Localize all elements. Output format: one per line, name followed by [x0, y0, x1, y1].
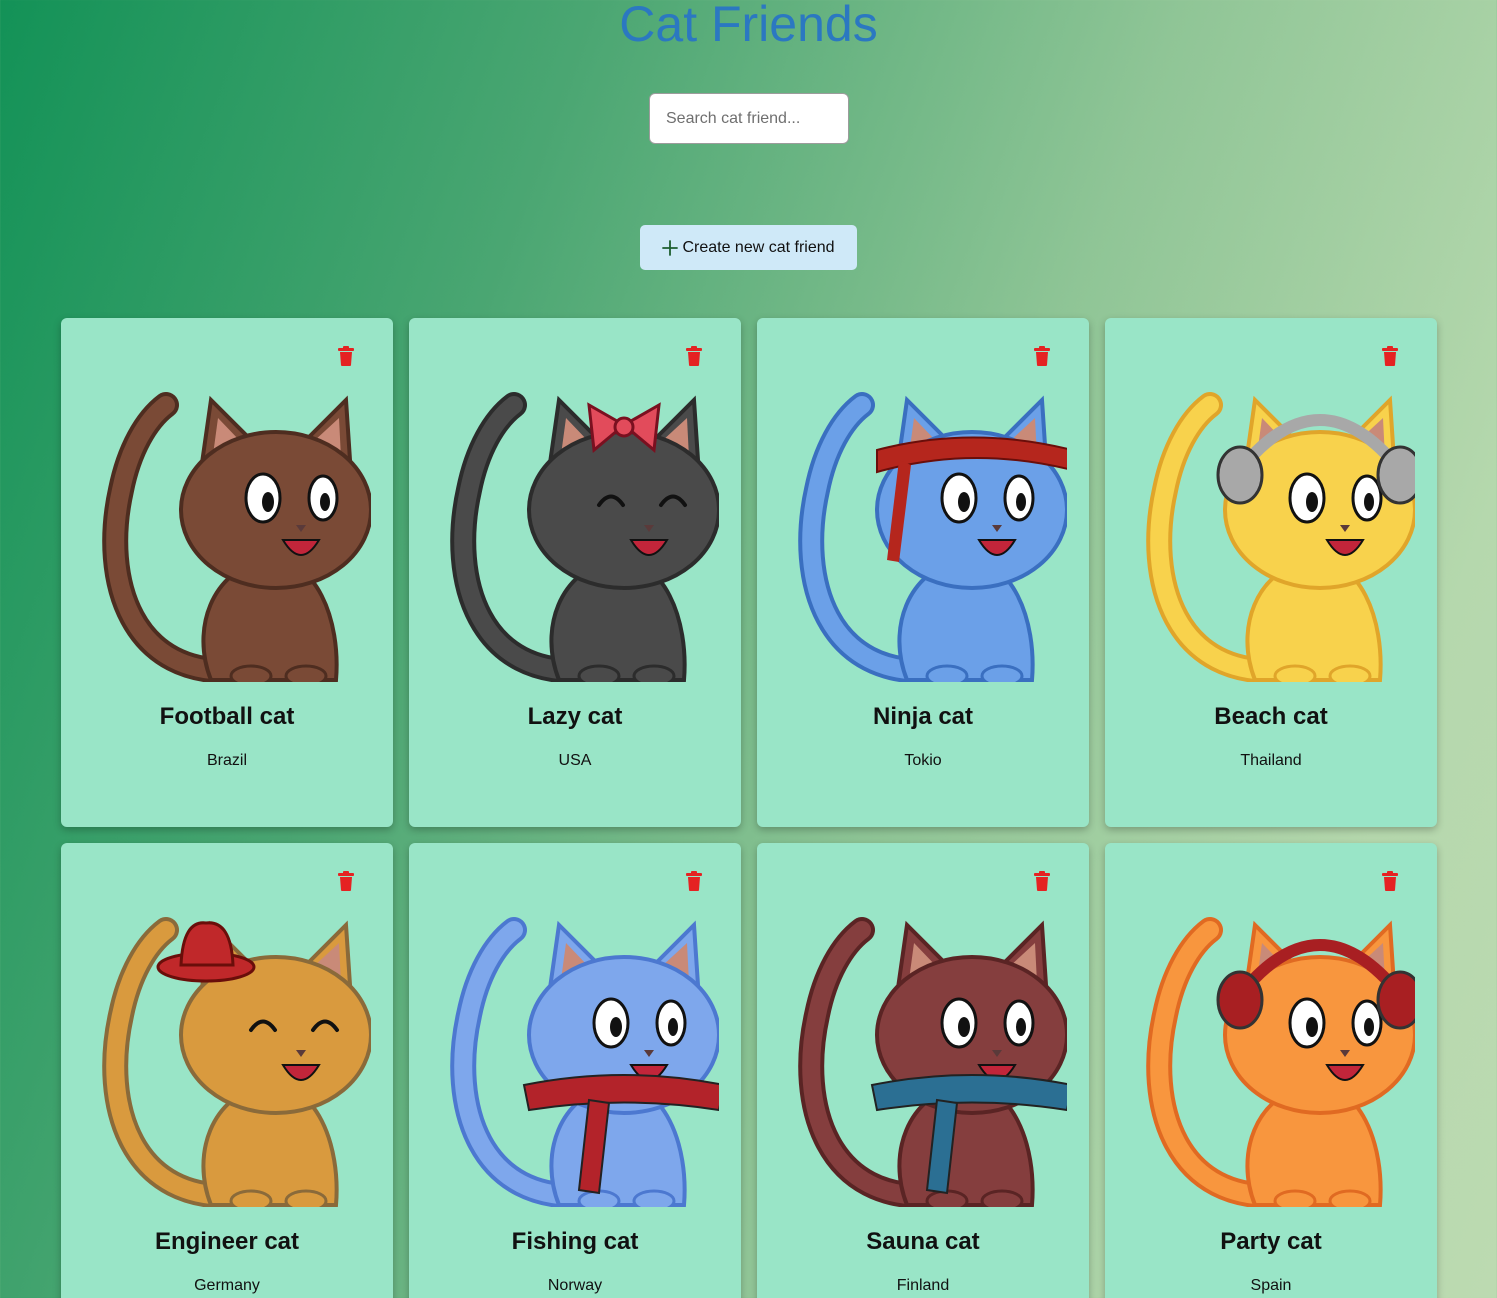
trash-icon[interactable]	[337, 871, 355, 891]
cat-name: Engineer cat	[154, 1228, 300, 1255]
cat-name: Football cat	[159, 703, 295, 730]
trash-icon[interactable]	[1381, 871, 1399, 891]
trash-icon[interactable]	[1033, 871, 1051, 891]
cat-image	[450, 392, 719, 682]
cat-card: Ninja cat Tokio	[757, 318, 1089, 827]
cat-card-grid: Football cat Brazil Lazy cat USA Ninja c…	[61, 318, 1437, 1298]
create-cat-label: Create new cat friend	[682, 238, 835, 256]
cat-country: Thailand	[1240, 752, 1302, 769]
cat-country: USA	[558, 752, 592, 769]
plus-icon	[662, 239, 679, 256]
cat-image	[1146, 392, 1415, 682]
cat-card: Party cat Spain	[1105, 843, 1437, 1298]
page-title: Cat Friends	[619, 0, 878, 52]
cat-card: Engineer cat Germany	[61, 843, 393, 1298]
cat-image	[1146, 917, 1415, 1207]
cat-image	[102, 917, 371, 1207]
cat-name: Party cat	[1220, 1228, 1322, 1255]
cat-card: Football cat Brazil	[61, 318, 393, 827]
cat-image	[450, 917, 719, 1207]
cat-country: Tokio	[904, 752, 942, 769]
cat-country: Norway	[547, 1277, 603, 1294]
cat-image	[798, 392, 1067, 682]
cat-name: Sauna cat	[866, 1228, 980, 1255]
create-cat-button[interactable]: Create new cat friend	[640, 225, 857, 270]
trash-icon[interactable]	[685, 346, 703, 366]
cat-country: Spain	[1250, 1277, 1292, 1294]
trash-icon[interactable]	[337, 346, 355, 366]
search-input[interactable]	[649, 93, 849, 144]
cat-country: Brazil	[206, 752, 247, 769]
trash-icon[interactable]	[685, 871, 703, 891]
cat-name: Lazy cat	[527, 703, 623, 730]
trash-icon[interactable]	[1033, 346, 1051, 366]
cat-name: Beach cat	[1214, 703, 1328, 730]
cat-card: Fishing cat Norway	[409, 843, 741, 1298]
cat-card: Sauna cat Finland	[757, 843, 1089, 1298]
cat-country: Finland	[896, 1277, 950, 1294]
cat-image	[798, 917, 1067, 1207]
cat-card: Lazy cat USA	[409, 318, 741, 827]
cat-name: Fishing cat	[511, 1228, 639, 1255]
cat-name: Ninja cat	[872, 703, 974, 730]
cat-country: Germany	[194, 1277, 260, 1294]
trash-icon[interactable]	[1381, 346, 1399, 366]
cat-image	[102, 392, 371, 682]
cat-card: Beach cat Thailand	[1105, 318, 1437, 827]
